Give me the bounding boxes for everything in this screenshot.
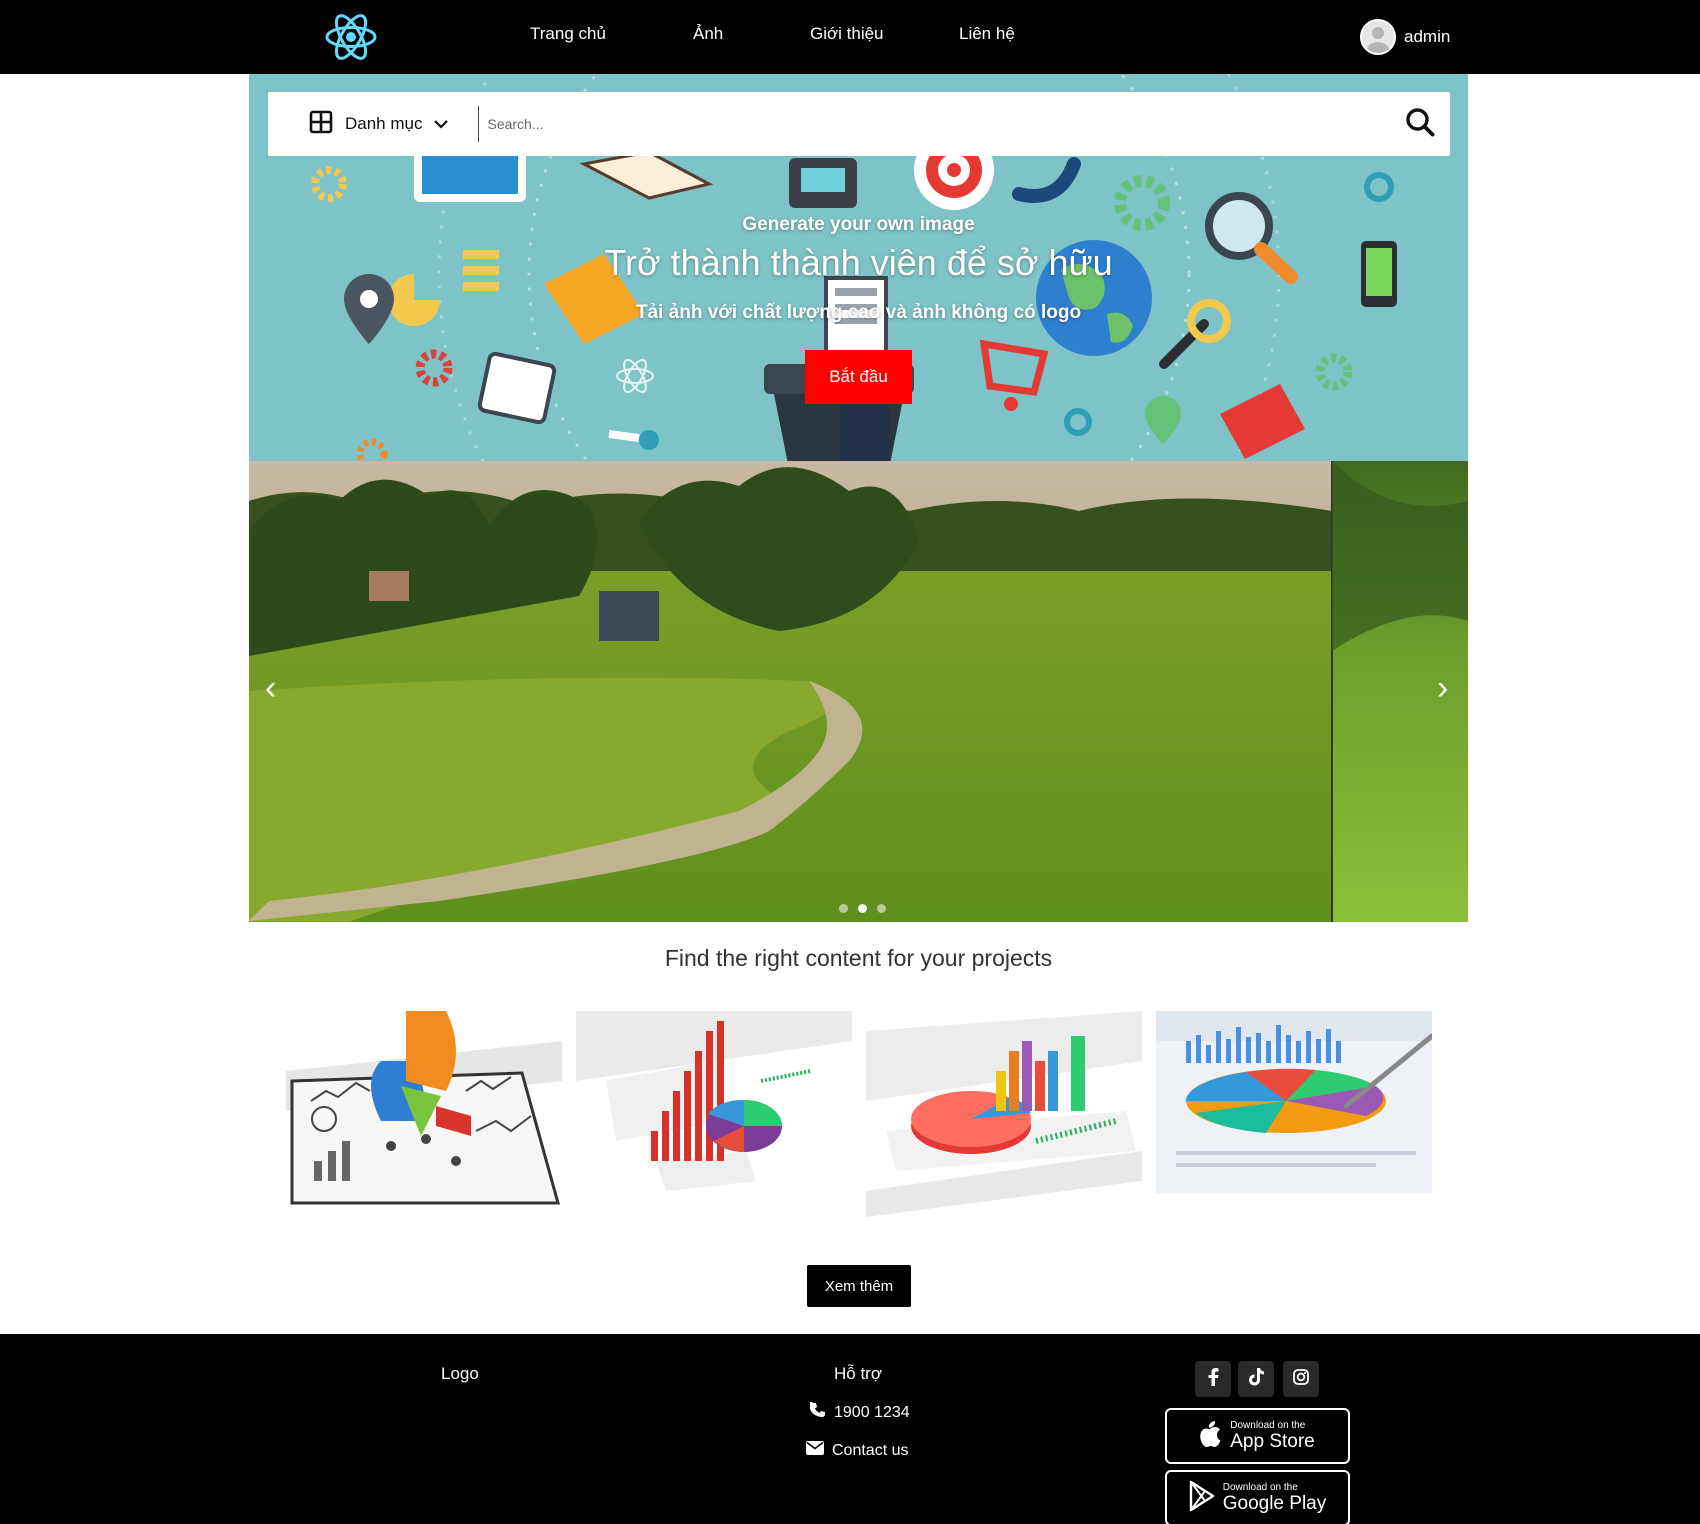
search-button[interactable] bbox=[1390, 92, 1450, 156]
nav-link-contact[interactable]: Liên hệ bbox=[959, 24, 1015, 44]
username: admin bbox=[1404, 27, 1451, 46]
search-icon bbox=[1405, 107, 1435, 142]
category-label: Danh mục bbox=[345, 114, 423, 133]
grid-icon bbox=[309, 110, 333, 139]
search-bar: Danh mục bbox=[268, 92, 1450, 156]
carousel-next-button[interactable]: › bbox=[1437, 671, 1448, 705]
thumbnail-card[interactable] bbox=[866, 1011, 1142, 1217]
footer-logo[interactable]: Logo bbox=[441, 1364, 479, 1384]
google-play-label: Google Play bbox=[1222, 1492, 1327, 1514]
hero-kicker: Generate your own image bbox=[742, 214, 975, 235]
image-carousel: ‹ › bbox=[249, 461, 1468, 922]
footer: Logo Hỗ trợ 1900 1234 Contact us Downloa… bbox=[0, 1334, 1700, 1524]
google-play-small-text: Download on the bbox=[1222, 1481, 1298, 1493]
facebook-icon bbox=[1207, 1367, 1219, 1391]
get-started-button[interactable]: Bắt đầu bbox=[805, 350, 912, 404]
nav-link-home[interactable]: Trang chủ bbox=[530, 24, 606, 44]
contact-link[interactable]: Contact us bbox=[806, 1441, 908, 1460]
carousel-dot[interactable] bbox=[839, 904, 848, 913]
app-store-label: App Store bbox=[1230, 1430, 1315, 1452]
thumbnail-card[interactable] bbox=[576, 1011, 852, 1217]
nav-link-about[interactable]: Giới thiệu bbox=[810, 24, 884, 44]
phone-number: 1900 1234 bbox=[834, 1403, 910, 1421]
phone-icon bbox=[809, 1401, 826, 1423]
support-title: Hỗ trợ bbox=[834, 1364, 882, 1383]
play-icon bbox=[1189, 1480, 1215, 1516]
instagram-icon bbox=[1293, 1368, 1309, 1390]
apple-icon bbox=[1200, 1420, 1222, 1452]
hero-subtitle: Tải ảnh với chất lượng cao và ảnh không … bbox=[635, 302, 1082, 323]
see-more-button[interactable]: Xem thêm bbox=[807, 1265, 911, 1307]
search-input[interactable] bbox=[479, 92, 1390, 156]
carousel-slide-image bbox=[249, 461, 1468, 922]
facebook-button[interactable] bbox=[1195, 1361, 1231, 1397]
user-menu[interactable]: admin bbox=[1360, 19, 1450, 55]
google-play-badge[interactable]: Download on the Google Play bbox=[1165, 1470, 1350, 1524]
nav-link-photos[interactable]: Ảnh bbox=[693, 24, 723, 44]
carousel-dot[interactable] bbox=[877, 904, 886, 913]
avatar bbox=[1360, 19, 1396, 55]
contact-label: Contact us bbox=[832, 1441, 909, 1459]
tiktok-icon bbox=[1248, 1367, 1264, 1391]
top-navbar: Trang chủ Ảnh Giới thiệu Liên hệ admin bbox=[0, 0, 1700, 74]
category-dropdown[interactable]: Danh mục bbox=[268, 92, 478, 156]
app-store-badge[interactable]: Download on the App Store bbox=[1165, 1408, 1350, 1464]
envelope-icon bbox=[806, 1441, 824, 1460]
app-store-small-text: Download on the bbox=[1230, 1419, 1306, 1431]
section-title: Find the right content for your projects bbox=[664, 945, 1053, 971]
thumbnail-card[interactable] bbox=[1156, 1011, 1432, 1193]
carousel-prev-button[interactable]: ‹ bbox=[265, 671, 276, 705]
carousel-dot[interactable] bbox=[858, 904, 867, 913]
page: Trang chủ Ảnh Giới thiệu Liên hệ admin D… bbox=[0, 0, 1700, 1524]
carousel-indicators bbox=[839, 904, 886, 913]
react-logo-icon[interactable] bbox=[323, 10, 379, 64]
hero-title: Trở thành thành viên để sở hữu bbox=[604, 242, 1113, 283]
tiktok-button[interactable] bbox=[1238, 1361, 1274, 1397]
instagram-button[interactable] bbox=[1283, 1361, 1319, 1397]
thumbnail-card[interactable] bbox=[286, 1011, 562, 1207]
phone-link[interactable]: 1900 1234 bbox=[809, 1401, 910, 1423]
chevron-down-icon bbox=[434, 114, 449, 134]
